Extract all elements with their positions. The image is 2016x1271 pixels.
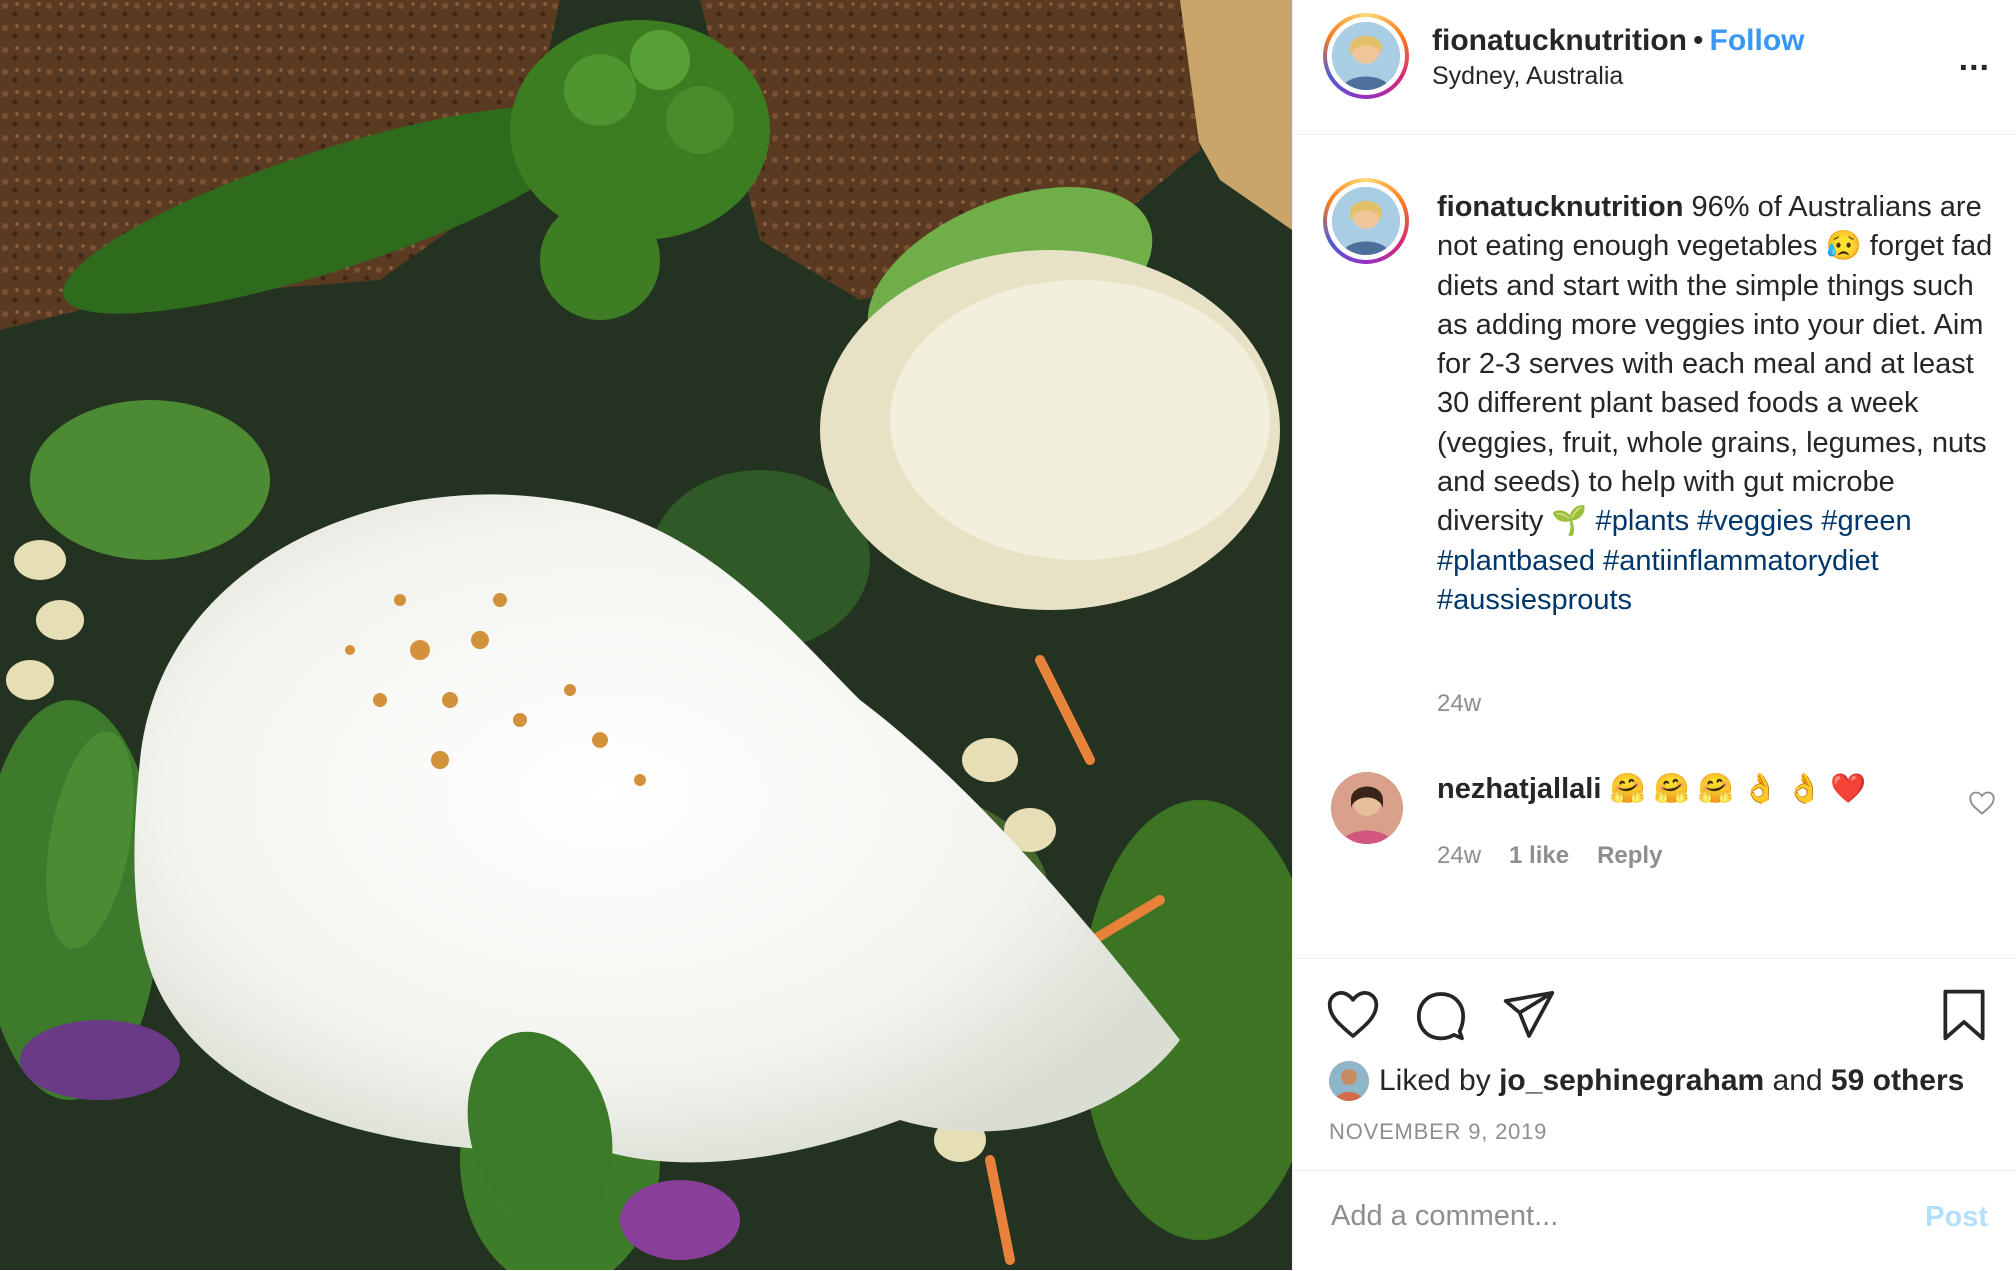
- location-link[interactable]: Sydney, Australia: [1432, 62, 1623, 91]
- hashtag-link[interactable]: #antiinflammatorydiet: [1603, 545, 1879, 577]
- liked-by-user[interactable]: jo_sephinegraham: [1499, 1064, 1764, 1098]
- commenter-avatar-image: [1331, 772, 1403, 844]
- liker-avatar[interactable]: [1329, 1061, 1369, 1101]
- post-header: fionatucknutrition • Follow Sydney, Austra…: [1293, 0, 2016, 135]
- post-photo[interactable]: [0, 0, 1292, 1270]
- caption-text: 96% of Australians are not eating enough…: [1437, 191, 1993, 538]
- poached-egg-salad-photo: [0, 0, 1292, 1270]
- author-avatar[interactable]: [1323, 13, 1409, 99]
- comment-line: nezhatjallali 🤗 🤗 🤗 👌 👌 ❤️: [1437, 772, 1866, 806]
- post-date[interactable]: NOVEMBER 9, 2019: [1329, 1119, 1547, 1145]
- save-bookmark-icon[interactable]: [1936, 987, 1992, 1043]
- post-actions: Liked by jo_sephinegraham and 59 others …: [1293, 958, 2016, 1159]
- caption-author-avatar[interactable]: [1323, 178, 1409, 264]
- add-comment-box: Post: [1293, 1170, 2016, 1271]
- post-side-panel: fionatucknutrition • Follow Sydney, Austra…: [1292, 0, 2016, 1270]
- caption-username[interactable]: fionatucknutrition: [1437, 191, 1683, 223]
- liked-by-prefix: Liked by: [1379, 1064, 1491, 1097]
- commenter-avatar[interactable]: [1331, 772, 1403, 844]
- post-comment-button[interactable]: Post: [1925, 1201, 1988, 1234]
- comment-like-heart-icon[interactable]: [1968, 790, 1996, 816]
- liker-avatar-image: [1329, 1061, 1369, 1101]
- likes-summary: Liked by jo_sephinegraham and 59 others: [1329, 1061, 1964, 1101]
- liked-by-mid: and: [1772, 1064, 1823, 1097]
- header-username[interactable]: fionatucknutrition: [1432, 24, 1687, 57]
- hashtag-link[interactable]: #plantbased: [1437, 545, 1595, 577]
- reply-button[interactable]: Reply: [1597, 842, 1662, 869]
- commenter-username[interactable]: nezhatjallali: [1437, 773, 1601, 805]
- more-options-icon[interactable]: ...: [1959, 40, 1990, 79]
- liked-by-others[interactable]: 59 others: [1831, 1064, 1964, 1098]
- comment-likes-count[interactable]: 1 like: [1509, 842, 1569, 869]
- like-heart-icon[interactable]: [1325, 987, 1381, 1043]
- header-user-line: fionatucknutrition • Follow: [1432, 24, 1804, 58]
- comment-text: 🤗 🤗 🤗 👌 👌 ❤️: [1601, 773, 1867, 805]
- header-separator: •: [1692, 24, 1704, 57]
- add-comment-input[interactable]: [1329, 1199, 1893, 1234]
- hashtag-link[interactable]: #green: [1821, 505, 1911, 537]
- comment-meta: 24w 1 like Reply: [1437, 842, 1690, 870]
- share-send-icon[interactable]: [1501, 987, 1557, 1043]
- hashtag-link[interactable]: #veggies: [1697, 505, 1813, 537]
- follow-button[interactable]: Follow: [1710, 24, 1805, 57]
- hashtag-link[interactable]: #aussiesprouts: [1437, 584, 1632, 616]
- hashtag-link[interactable]: #plants: [1596, 505, 1690, 537]
- comment-timestamp[interactable]: 24w: [1437, 842, 1481, 869]
- comment-bubble-icon[interactable]: [1413, 987, 1469, 1043]
- caption-timestamp[interactable]: 24w: [1437, 690, 1481, 718]
- caption-avatar-image: [1332, 187, 1400, 255]
- post-caption: fionatucknutrition 96% of Australians ar…: [1437, 188, 1997, 620]
- instagram-post: fionatucknutrition • Follow Sydney, Austra…: [0, 0, 2016, 1270]
- author-avatar-image: [1332, 22, 1400, 90]
